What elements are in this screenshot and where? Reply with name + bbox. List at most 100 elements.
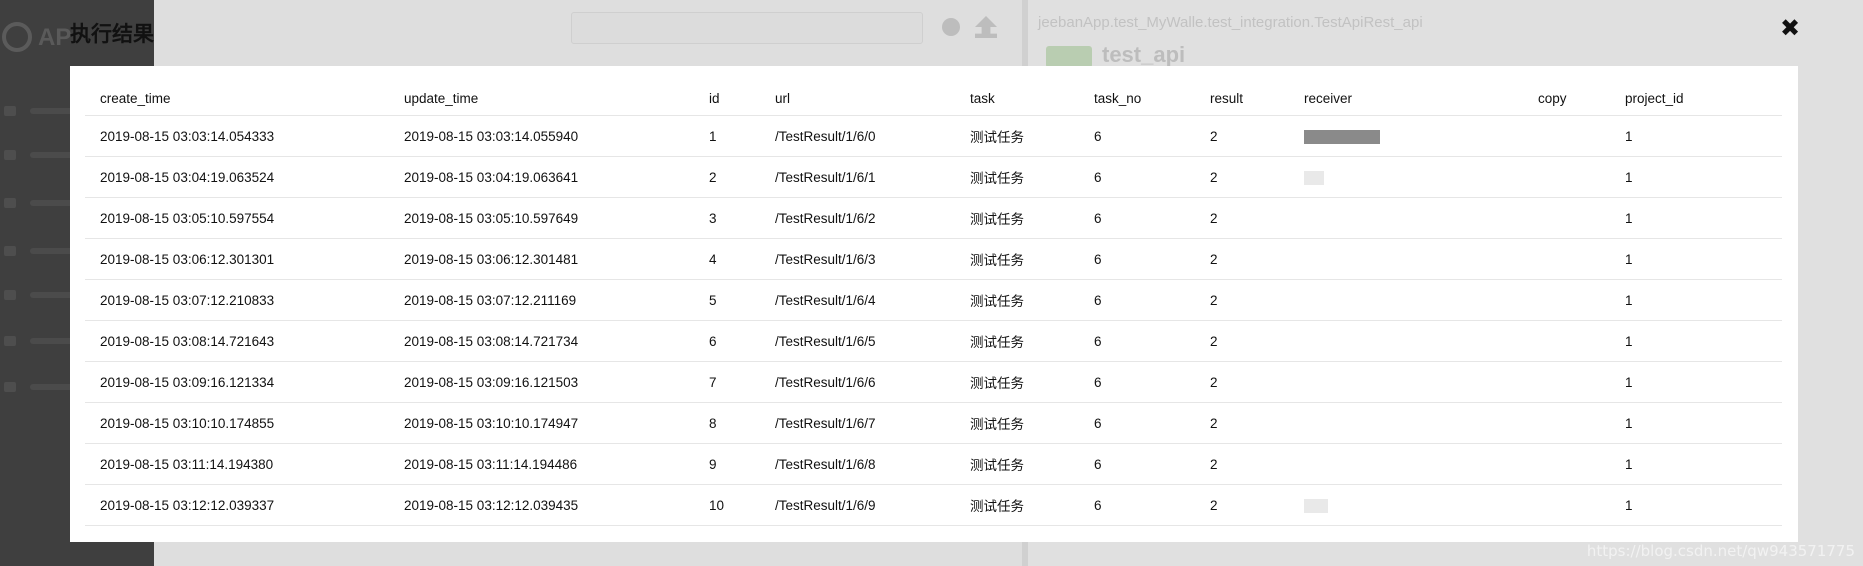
cell-result: 2 [1195, 279, 1289, 321]
cell-create-time: 2019-08-15 03:03:14.054333 [85, 115, 389, 157]
cell-receiver [1289, 279, 1523, 321]
cell-task-no: 6 [1079, 484, 1195, 526]
cell-copy [1523, 115, 1610, 157]
cell-update-time: 2019-08-15 03:08:14.721734 [389, 320, 694, 362]
modal-title: 执行结果 [70, 22, 154, 46]
cell-copy [1523, 156, 1610, 198]
cell-create-time: 2019-08-15 03:12:12.039337 [85, 484, 389, 526]
test-path: jeebanApp.test_MyWalle.test_integration.… [1038, 14, 1423, 31]
cell-task-no: 6 [1079, 115, 1195, 157]
background-search-input[interactable] [571, 12, 923, 44]
cell-update-time: 2019-08-15 03:09:16.121503 [389, 361, 694, 403]
menu-icon [4, 198, 16, 208]
cell-update-time: 2019-08-15 03:06:12.301481 [389, 238, 694, 280]
cell-task: 测试任务 [955, 197, 1079, 239]
app-logo-text: AP [38, 24, 72, 51]
cell-task: 测试任务 [955, 238, 1079, 280]
info-icon[interactable] [942, 18, 960, 36]
cell-id: 1 [694, 115, 760, 157]
menu-icon [4, 150, 16, 160]
cell-receiver [1289, 443, 1523, 485]
table-row[interactable]: 2019-08-15 03:05:10.597554 2019-08-15 03:… [85, 197, 1782, 239]
table-body: 2019-08-15 03:03:14.054333 2019-08-15 03:… [85, 115, 1782, 526]
cell-create-time: 2019-08-15 03:10:10.174855 [85, 402, 389, 444]
cell-copy [1523, 443, 1610, 485]
cell-result: 2 [1195, 443, 1289, 485]
cell-create-time: 2019-08-15 03:11:14.194380 [85, 443, 389, 485]
close-icon[interactable]: ✖ [1778, 16, 1802, 42]
cell-task-no: 6 [1079, 443, 1195, 485]
cell-url: /TestResult/1/6/9 [760, 484, 955, 526]
cell-url: /TestResult/1/6/4 [760, 279, 955, 321]
cell-project-id: 1 [1610, 115, 1782, 157]
cell-project-id: 1 [1610, 402, 1782, 444]
cell-id: 2 [694, 156, 760, 198]
cell-copy [1523, 197, 1610, 239]
table-row[interactable]: 2019-08-15 03:07:12.210833 2019-08-15 03:… [85, 279, 1782, 321]
table-row[interactable]: 2019-08-15 03:03:14.054333 2019-08-15 03:… [85, 115, 1782, 157]
cell-receiver [1289, 115, 1523, 157]
cell-task-no: 6 [1079, 279, 1195, 321]
column-header-result: result [1195, 81, 1289, 116]
cell-task: 测试任务 [955, 156, 1079, 198]
table-row[interactable]: 2019-08-15 03:10:10.174855 2019-08-15 03:… [85, 402, 1782, 444]
cell-url: /TestResult/1/6/1 [760, 156, 955, 198]
cell-url: /TestResult/1/6/3 [760, 238, 955, 280]
cell-result: 2 [1195, 320, 1289, 362]
results-table: create_time update_time id url task task_no re… [85, 81, 1782, 526]
table-row[interactable]: 2019-08-15 03:11:14.194380 2019-08-15 03:… [85, 443, 1782, 485]
cell-result: 2 [1195, 115, 1289, 157]
cell-project-id: 1 [1610, 484, 1782, 526]
menu-icon [4, 290, 16, 300]
redacted-block [1304, 129, 1380, 144]
cell-result: 2 [1195, 361, 1289, 403]
cell-task-no: 6 [1079, 320, 1195, 362]
column-header-url: url [760, 81, 955, 116]
menu-icon [4, 382, 16, 392]
cell-id: 8 [694, 402, 760, 444]
cell-receiver [1289, 361, 1523, 403]
cell-receiver [1289, 197, 1523, 239]
cell-task: 测试任务 [955, 402, 1079, 444]
cell-project-id: 1 [1610, 443, 1782, 485]
cell-task: 测试任务 [955, 279, 1079, 321]
api-name: test_api [1102, 42, 1186, 67]
cell-task-no: 6 [1079, 402, 1195, 444]
table-row[interactable]: 2019-08-15 03:08:14.721643 2019-08-15 03:… [85, 320, 1782, 362]
cell-id: 9 [694, 443, 760, 485]
menu-icon [4, 336, 16, 346]
redacted-block [1304, 170, 1324, 185]
cell-receiver [1289, 320, 1523, 362]
column-header-id: id [694, 81, 760, 116]
cell-update-time: 2019-08-15 03:05:10.597649 [389, 197, 694, 239]
cell-create-time: 2019-08-15 03:07:12.210833 [85, 279, 389, 321]
cell-task-no: 6 [1079, 238, 1195, 280]
cell-update-time: 2019-08-15 03:10:10.174947 [389, 402, 694, 444]
cell-result: 2 [1195, 484, 1289, 526]
cell-update-time: 2019-08-15 03:11:14.194486 [389, 443, 694, 485]
cell-project-id: 1 [1610, 320, 1782, 362]
table-row[interactable]: 2019-08-15 03:04:19.063524 2019-08-15 03:… [85, 156, 1782, 198]
menu-icon [4, 106, 16, 116]
cell-receiver [1289, 402, 1523, 444]
column-header-update-time: update_time [389, 81, 694, 116]
cell-receiver [1289, 484, 1523, 526]
cell-project-id: 1 [1610, 238, 1782, 280]
cell-create-time: 2019-08-15 03:04:19.063524 [85, 156, 389, 198]
cell-url: /TestResult/1/6/6 [760, 361, 955, 403]
cell-id: 4 [694, 238, 760, 280]
cell-copy [1523, 279, 1610, 321]
cell-url: /TestResult/1/6/5 [760, 320, 955, 362]
cell-result: 2 [1195, 402, 1289, 444]
cell-task-no: 6 [1079, 361, 1195, 403]
cell-copy [1523, 361, 1610, 403]
cell-project-id: 1 [1610, 156, 1782, 198]
table-row[interactable]: 2019-08-15 03:09:16.121334 2019-08-15 03:… [85, 361, 1782, 403]
cell-task: 测试任务 [955, 361, 1079, 403]
table-row[interactable]: 2019-08-15 03:12:12.039337 2019-08-15 03:… [85, 484, 1782, 526]
cell-receiver [1289, 156, 1523, 198]
column-header-project-id: project_id [1610, 81, 1782, 116]
cell-task-no: 6 [1079, 156, 1195, 198]
column-header-create-time: create_time [85, 81, 389, 116]
table-row[interactable]: 2019-08-15 03:06:12.301301 2019-08-15 03:… [85, 238, 1782, 280]
